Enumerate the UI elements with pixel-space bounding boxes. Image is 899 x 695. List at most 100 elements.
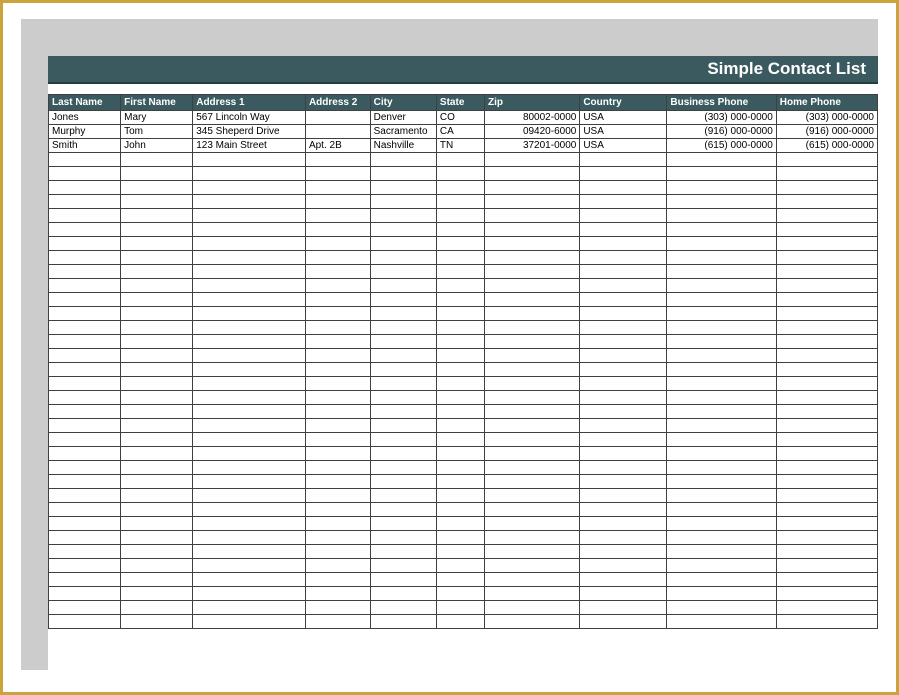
cell-empty[interactable] xyxy=(193,167,306,181)
cell-empty[interactable] xyxy=(121,307,193,321)
cell-empty[interactable] xyxy=(305,279,370,293)
cell-empty[interactable] xyxy=(485,195,580,209)
cell-empty[interactable] xyxy=(776,223,877,237)
cell-empty[interactable] xyxy=(776,153,877,167)
cell-empty[interactable] xyxy=(121,601,193,615)
cell-empty[interactable] xyxy=(305,475,370,489)
cell-empty[interactable] xyxy=(193,279,306,293)
cell-empty[interactable] xyxy=(370,195,436,209)
cell-empty[interactable] xyxy=(667,391,776,405)
cell-empty[interactable] xyxy=(667,279,776,293)
cell-empty[interactable] xyxy=(485,293,580,307)
cell-empty[interactable] xyxy=(49,195,121,209)
cell-empty[interactable] xyxy=(193,153,306,167)
cell-empty[interactable] xyxy=(49,419,121,433)
cell-empty[interactable] xyxy=(436,377,484,391)
cell-empty[interactable] xyxy=(776,167,877,181)
col-country[interactable]: Country xyxy=(580,95,667,111)
cell-empty[interactable] xyxy=(580,167,667,181)
cell-empty[interactable] xyxy=(370,517,436,531)
cell-empty[interactable] xyxy=(193,195,306,209)
cell-empty[interactable] xyxy=(49,503,121,517)
cell-empty[interactable] xyxy=(193,321,306,335)
cell-empty[interactable] xyxy=(436,447,484,461)
cell-empty[interactable] xyxy=(49,237,121,251)
cell-empty[interactable] xyxy=(370,447,436,461)
cell-empty[interactable] xyxy=(370,265,436,279)
cell-empty[interactable] xyxy=(776,573,877,587)
cell-empty[interactable] xyxy=(485,405,580,419)
cell-empty[interactable] xyxy=(667,223,776,237)
cell-empty[interactable] xyxy=(436,475,484,489)
cell-empty[interactable] xyxy=(305,573,370,587)
cell-empty[interactable] xyxy=(370,167,436,181)
cell-empty[interactable] xyxy=(667,517,776,531)
cell-empty[interactable] xyxy=(370,363,436,377)
cell-empty[interactable] xyxy=(580,573,667,587)
cell-empty[interactable] xyxy=(485,363,580,377)
cell-empty[interactable] xyxy=(485,573,580,587)
cell-empty[interactable] xyxy=(485,433,580,447)
cell-country[interactable]: USA xyxy=(580,139,667,153)
cell-empty[interactable] xyxy=(667,237,776,251)
cell-empty[interactable] xyxy=(485,559,580,573)
cell-empty[interactable] xyxy=(485,181,580,195)
cell-empty[interactable] xyxy=(580,181,667,195)
cell-empty[interactable] xyxy=(776,237,877,251)
cell-empty[interactable] xyxy=(193,209,306,223)
cell-state[interactable]: CA xyxy=(436,125,484,139)
cell-empty[interactable] xyxy=(121,615,193,629)
cell-empty[interactable] xyxy=(121,335,193,349)
cell-empty[interactable] xyxy=(193,237,306,251)
cell-empty[interactable] xyxy=(436,405,484,419)
cell-empty[interactable] xyxy=(121,251,193,265)
col-city[interactable]: City xyxy=(370,95,436,111)
cell-empty[interactable] xyxy=(436,279,484,293)
cell-empty[interactable] xyxy=(49,181,121,195)
cell-empty[interactable] xyxy=(121,209,193,223)
cell-empty[interactable] xyxy=(193,307,306,321)
cell-empty[interactable] xyxy=(667,307,776,321)
cell-empty[interactable] xyxy=(776,447,877,461)
cell-empty[interactable] xyxy=(667,209,776,223)
cell-empty[interactable] xyxy=(580,209,667,223)
col-last-name[interactable]: Last Name xyxy=(49,95,121,111)
cell-empty[interactable] xyxy=(667,251,776,265)
cell-empty[interactable] xyxy=(776,391,877,405)
cell-empty[interactable] xyxy=(305,433,370,447)
cell-empty[interactable] xyxy=(580,349,667,363)
cell-empty[interactable] xyxy=(193,377,306,391)
cell-empty[interactable] xyxy=(193,265,306,279)
cell-empty[interactable] xyxy=(667,433,776,447)
cell-empty[interactable] xyxy=(667,545,776,559)
col-home-phone[interactable]: Home Phone xyxy=(776,95,877,111)
cell-empty[interactable] xyxy=(667,447,776,461)
cell-empty[interactable] xyxy=(667,377,776,391)
cell-address1[interactable]: 567 Lincoln Way xyxy=(193,111,306,125)
cell-empty[interactable] xyxy=(485,601,580,615)
cell-empty[interactable] xyxy=(776,321,877,335)
cell-empty[interactable] xyxy=(436,195,484,209)
cell-empty[interactable] xyxy=(193,489,306,503)
cell-last-name[interactable]: Murphy xyxy=(49,125,121,139)
cell-empty[interactable] xyxy=(305,377,370,391)
cell-empty[interactable] xyxy=(305,195,370,209)
cell-empty[interactable] xyxy=(305,167,370,181)
cell-empty[interactable] xyxy=(370,279,436,293)
cell-empty[interactable] xyxy=(436,307,484,321)
cell-empty[interactable] xyxy=(305,391,370,405)
cell-empty[interactable] xyxy=(580,251,667,265)
cell-empty[interactable] xyxy=(370,237,436,251)
cell-empty[interactable] xyxy=(580,615,667,629)
cell-empty[interactable] xyxy=(485,531,580,545)
cell-empty[interactable] xyxy=(436,419,484,433)
cell-empty[interactable] xyxy=(121,321,193,335)
cell-empty[interactable] xyxy=(49,349,121,363)
cell-empty[interactable] xyxy=(121,377,193,391)
cell-empty[interactable] xyxy=(193,559,306,573)
cell-empty[interactable] xyxy=(776,587,877,601)
cell-empty[interactable] xyxy=(370,335,436,349)
cell-empty[interactable] xyxy=(436,615,484,629)
cell-empty[interactable] xyxy=(370,251,436,265)
cell-empty[interactable] xyxy=(485,587,580,601)
